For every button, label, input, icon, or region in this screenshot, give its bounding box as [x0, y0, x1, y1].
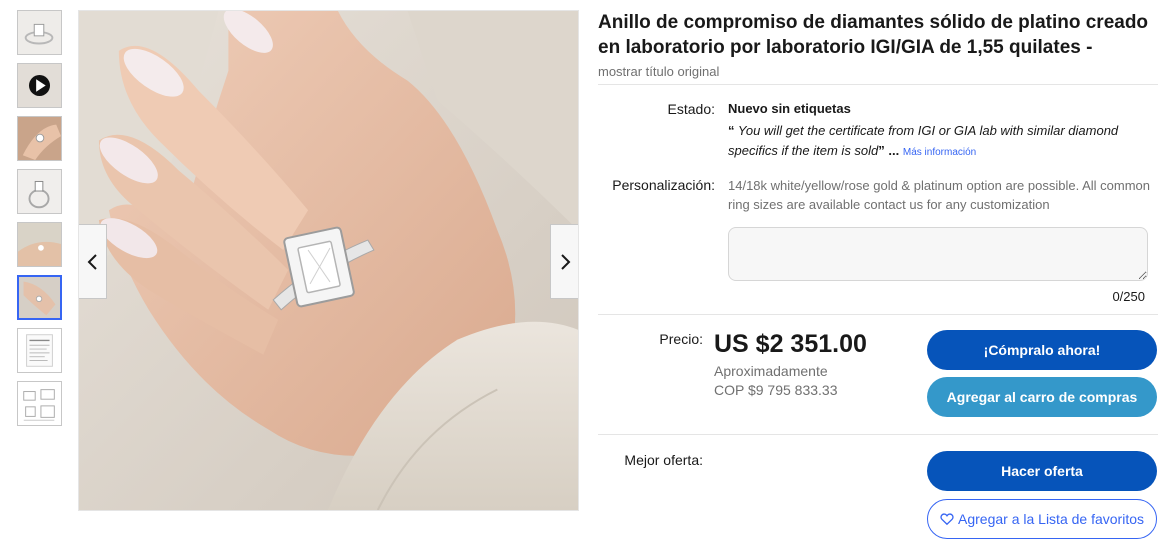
chevron-left-icon	[87, 253, 97, 270]
approximate-label: Aproximadamente	[714, 363, 828, 379]
ring-on-hand-photo	[79, 11, 578, 510]
price-value: US $2 351.00	[714, 330, 867, 358]
more-info-link[interactable]: Más información	[903, 147, 976, 158]
thumbnail-8[interactable]	[17, 381, 62, 426]
divider	[598, 314, 1158, 315]
thumbnail-6-selected[interactable]	[17, 275, 62, 320]
condition-value: Nuevo sin etiquetas	[728, 101, 851, 116]
make-offer-button[interactable]: Hacer oferta	[927, 451, 1157, 491]
personalization-input[interactable]	[728, 227, 1148, 281]
listing-header: Anillo de compromiso de diamantes sólido…	[598, 10, 1160, 81]
heart-icon	[940, 513, 954, 526]
hand-thumbnail-image	[18, 223, 61, 266]
listing-title: Anillo de compromiso de diamantes sólido…	[598, 12, 1149, 58]
approximate-value: COP $9 795 833.33	[714, 382, 838, 398]
condition-label: Estado:	[667, 101, 715, 117]
chevron-right-icon	[560, 253, 570, 270]
add-to-watchlist-button[interactable]: Agregar a la Lista de favoritos	[927, 499, 1157, 539]
ring-thumbnail-image	[18, 11, 61, 54]
thumbnail-7[interactable]	[17, 328, 62, 373]
open-quote: “	[728, 123, 735, 138]
buy-now-button[interactable]: ¡Cómpralo ahora!	[927, 330, 1157, 370]
next-image-button[interactable]	[550, 224, 578, 299]
add-to-watchlist-label: Agregar a la Lista de favoritos	[958, 511, 1144, 527]
thumbnail-2-video[interactable]	[17, 63, 62, 108]
divider	[598, 434, 1158, 435]
main-product-image[interactable]	[78, 10, 579, 511]
thumbnail-4[interactable]	[17, 169, 62, 214]
previous-image-button[interactable]	[79, 224, 107, 299]
specification-sheet-icon	[18, 382, 61, 425]
thumbnail-3[interactable]	[17, 116, 62, 161]
hand-thumbnail-image	[18, 117, 61, 160]
add-to-cart-button[interactable]: Agregar al carro de compras	[927, 377, 1157, 417]
certificate-document-icon	[18, 329, 61, 372]
ring-thumbnail-image	[18, 170, 61, 213]
price-label: Precio:	[659, 331, 703, 347]
show-original-title-link[interactable]: mostrar título original	[598, 64, 719, 79]
ellipsis: ...	[888, 143, 900, 158]
hand-thumbnail-image	[19, 277, 60, 318]
best-offer-label: Mejor oferta:	[624, 452, 703, 468]
character-counter: 0/250	[1112, 289, 1145, 304]
video-play-icon	[18, 64, 61, 107]
close-quote: ”	[878, 143, 885, 158]
thumbnail-5[interactable]	[17, 222, 62, 267]
condition-note: “ You will get the certificate from IGI …	[728, 121, 1158, 163]
personalization-description: 14/18k white/yellow/rose gold & platinum…	[728, 178, 1151, 212]
personalization-label: Personalización:	[612, 177, 715, 193]
approximate-price: Aproximadamente COP $9 795 833.33	[714, 362, 838, 400]
divider	[598, 84, 1158, 85]
thumbnail-1[interactable]	[17, 10, 62, 55]
